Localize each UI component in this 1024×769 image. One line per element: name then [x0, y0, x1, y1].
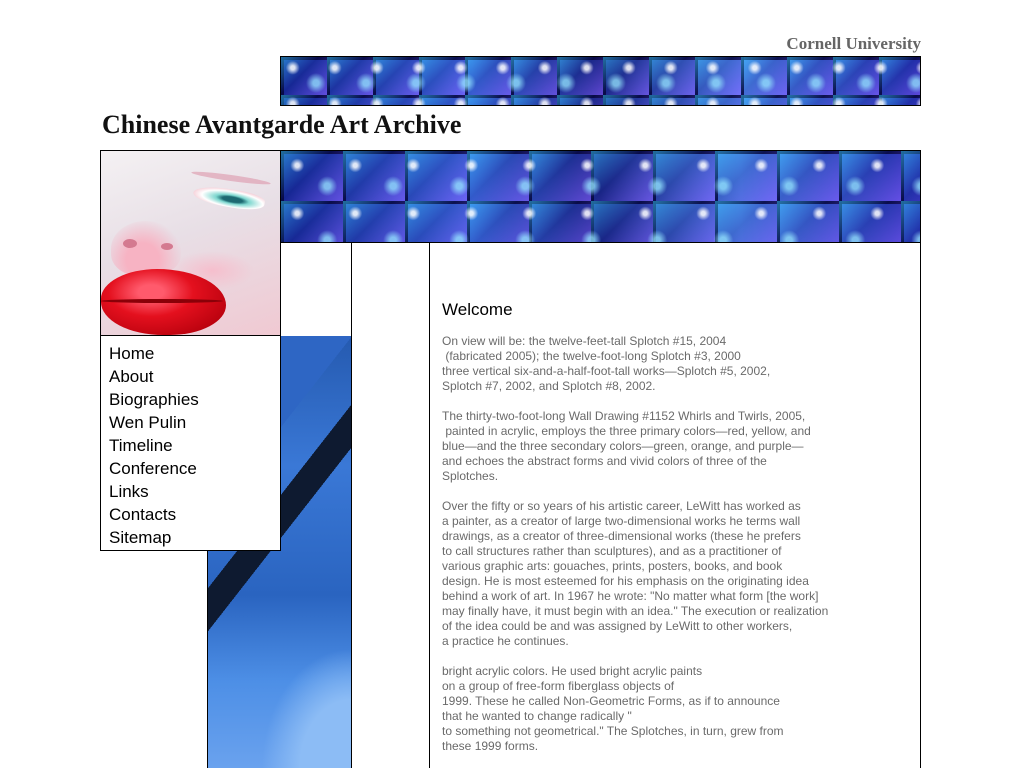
- main-navigation: Home About Biographies Wen Pulin Timelin…: [100, 335, 281, 551]
- divider-line: [280, 243, 281, 336]
- light-blue-highlight: [261, 648, 351, 768]
- content-left-border: [429, 243, 430, 768]
- content-paragraph: On view will be: the twelve-feet-tall Sp…: [442, 334, 771, 393]
- content-right-border: [920, 243, 921, 768]
- eyebrow-shape: [190, 169, 272, 187]
- content-paragraph: bright acrylic colors. He used bright ac…: [442, 664, 784, 753]
- main-content: Welcome On view will be: the twelve-feet…: [442, 300, 912, 769]
- nav-link-wen-pulin[interactable]: Wen Pulin: [109, 411, 280, 434]
- site-title[interactable]: Chinese Avantgarde Art Archive: [102, 110, 461, 140]
- cornell-university-link[interactable]: Cornell University: [700, 34, 921, 54]
- nav-link-about[interactable]: About: [109, 365, 280, 388]
- nav-link-conference[interactable]: Conference: [109, 457, 280, 480]
- page-heading: Welcome: [442, 300, 513, 319]
- content-paragraph: Over the fifty or so years of his artist…: [442, 499, 829, 648]
- lip-line-shape: [101, 299, 223, 303]
- nav-link-links[interactable]: Links: [109, 480, 280, 503]
- painted-face-image: [100, 150, 281, 336]
- content-paragraph: The thirty-two-foot-long Wall Drawing #1…: [442, 409, 811, 483]
- eye-shape: [191, 182, 267, 214]
- nav-link-sitemap[interactable]: Sitemap: [109, 526, 280, 549]
- nav-link-home[interactable]: Home: [109, 342, 280, 365]
- nav-link-biographies[interactable]: Biographies: [109, 388, 280, 411]
- nav-link-timeline[interactable]: Timeline: [109, 434, 280, 457]
- glass-tiles-banner-top: [280, 56, 921, 106]
- glass-tiles-banner-main: [280, 150, 921, 243]
- divider-line: [351, 243, 352, 336]
- nostril-shape: [161, 243, 173, 250]
- nostril-shape: [123, 239, 137, 248]
- nav-link-contacts[interactable]: Contacts: [109, 503, 280, 526]
